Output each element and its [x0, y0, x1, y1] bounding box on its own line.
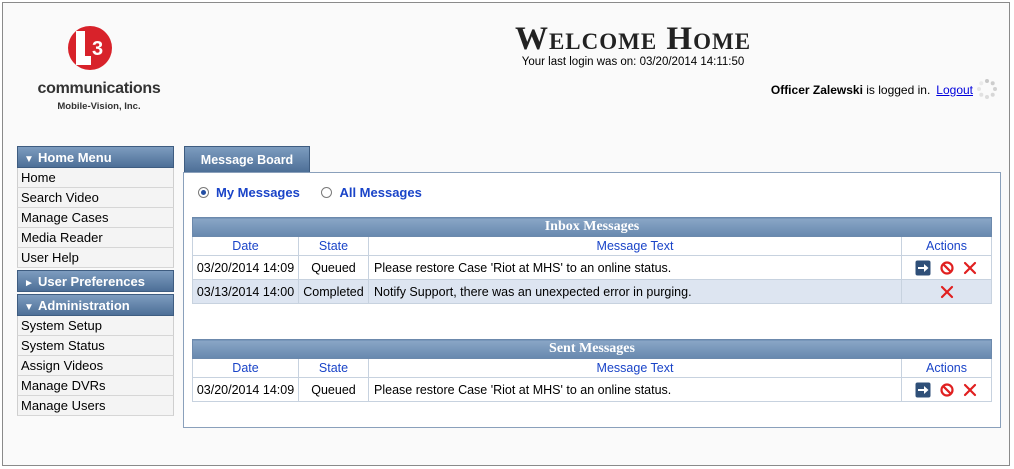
message-text: Please restore Case 'Riot at MHS' to an …: [368, 377, 902, 402]
delete-icon[interactable]: [962, 382, 978, 398]
sent-title: Sent Messages: [192, 339, 992, 359]
forward-arrow-icon[interactable]: [915, 260, 931, 276]
cancel-icon[interactable]: [939, 382, 955, 398]
administration-header[interactable]: ▼ Administration: [17, 294, 174, 316]
column-header-actions: Actions: [901, 358, 992, 378]
message-board-panel: My Messages All Messages Inbox Messages …: [183, 172, 1001, 428]
delete-icon[interactable]: [962, 260, 978, 276]
logo-division: Mobile-Vision, Inc.: [57, 101, 141, 112]
inbox-messages-table: Inbox Messages Date State Message Text A…: [192, 217, 992, 304]
logout-link[interactable]: Logout: [936, 83, 973, 97]
message-state: Queued: [298, 377, 369, 402]
message-actions: [901, 377, 992, 402]
tab-message-board[interactable]: Message Board: [184, 146, 310, 172]
table-row: 03/13/2014 14:00 Completed Notify Suppor…: [192, 279, 992, 304]
table-row: 03/20/2014 14:09 Queued Please restore C…: [192, 255, 992, 280]
radio-unselected-icon: [321, 187, 333, 198]
my-messages-radio[interactable]: My Messages: [198, 185, 300, 200]
user-preferences-header[interactable]: ► User Preferences: [17, 270, 174, 292]
column-header-date: Date: [192, 358, 299, 378]
message-text: Notify Support, there was an unexpected …: [368, 279, 902, 304]
logged-in-text: is logged in.: [862, 83, 931, 97]
sent-messages-table: Sent Messages Date State Message Text Ac…: [192, 339, 992, 402]
logo-company: communications: [37, 80, 161, 97]
message-text: Please restore Case 'Riot at MHS' to an …: [368, 255, 902, 280]
sidebar-item-system-status[interactable]: System Status: [17, 336, 174, 356]
sidebar-item-search-video[interactable]: Search Video: [17, 188, 174, 208]
l3-logo-mark: 3: [68, 26, 112, 70]
sidebar-item-assign-videos[interactable]: Assign Videos: [17, 356, 174, 376]
all-messages-radio[interactable]: All Messages: [321, 185, 422, 200]
message-date: 03/20/2014 14:09: [192, 377, 299, 402]
sidebar-item-manage-dvrs[interactable]: Manage DVRs: [17, 376, 174, 396]
administration-label: Administration: [38, 298, 130, 313]
cancel-icon[interactable]: [939, 260, 955, 276]
delete-icon[interactable]: [939, 284, 955, 300]
home-menu-label: Home Menu: [38, 150, 112, 165]
triangle-right-icon: ►: [24, 278, 34, 289]
message-date: 03/13/2014 14:00: [192, 279, 299, 304]
home-menu-header[interactable]: ▼ Home Menu: [17, 146, 174, 168]
last-login-text: Your last login was on: 03/20/2014 14:11…: [521, 56, 745, 68]
message-state: Queued: [298, 255, 369, 280]
column-header-state: State: [298, 236, 369, 256]
table-row: 03/20/2014 14:09 Queued Please restore C…: [192, 377, 992, 402]
l3-logo: 3 communications Mobile-Vision, Inc.: [17, 25, 167, 125]
sidebar-item-system-setup[interactable]: System Setup: [17, 316, 174, 336]
app-frame: 3 communications Mobile-Vision, Inc. Wel…: [2, 2, 1010, 466]
message-date: 03/20/2014 14:09: [192, 255, 299, 280]
column-header-message-text: Message Text: [368, 358, 902, 378]
column-header-state: State: [298, 358, 369, 378]
sidebar-item-home[interactable]: Home: [17, 168, 174, 188]
message-state: Completed: [298, 279, 369, 304]
login-status: Officer Zalewski is logged in. Logout: [723, 83, 973, 97]
sidebar-item-manage-cases[interactable]: Manage Cases: [17, 208, 174, 228]
my-messages-label: My Messages: [216, 185, 300, 200]
user-preferences-label: User Preferences: [38, 274, 145, 289]
message-actions: [901, 279, 992, 304]
column-header-actions: Actions: [901, 236, 992, 256]
sidebar-item-media-reader[interactable]: Media Reader: [17, 228, 174, 248]
forward-arrow-icon[interactable]: [915, 382, 931, 398]
column-header-message-text: Message Text: [368, 236, 902, 256]
page-title: Welcome Home: [514, 21, 752, 57]
user-name: Officer Zalewski: [770, 83, 863, 97]
inbox-title: Inbox Messages: [192, 217, 992, 237]
radio-selected-icon: [198, 187, 209, 198]
message-actions: [901, 255, 992, 280]
svg-text:3: 3: [92, 38, 103, 60]
sidebar: ▼ Home Menu Home Search Video Manage Case…: [17, 146, 174, 416]
sidebar-item-manage-users[interactable]: Manage Users: [17, 396, 174, 416]
column-header-date: Date: [192, 236, 299, 256]
message-filter: My Messages All Messages: [198, 185, 440, 201]
sidebar-item-user-help[interactable]: User Help: [17, 248, 174, 268]
all-messages-label: All Messages: [339, 185, 422, 200]
loading-spinner-icon: [977, 79, 997, 99]
